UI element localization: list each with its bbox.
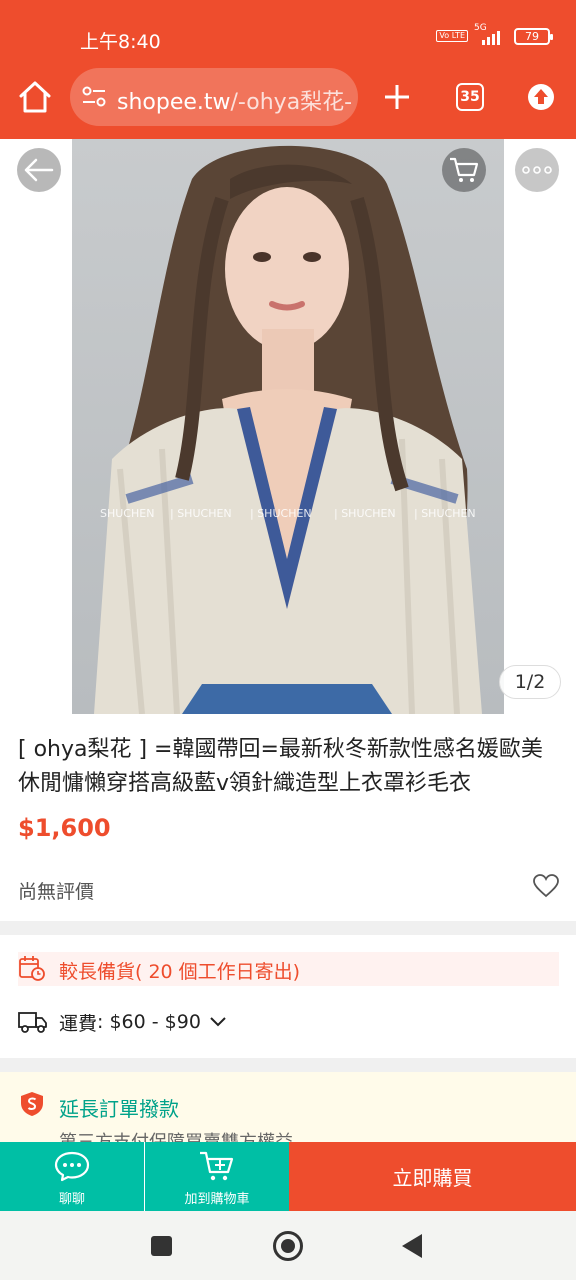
- section-divider: [0, 1058, 576, 1072]
- shield-icon: [21, 1092, 43, 1116]
- shipping-range: : $60 - $90: [97, 1011, 201, 1033]
- product-gallery[interactable]: SHUCHEN | SHUCHEN | SHUCHEN | SHUCHEN | …: [0, 139, 576, 714]
- calendar-clock-icon: [19, 956, 45, 981]
- product-title: [ ohya梨花 ] =韓國帶回=最新秋冬新款性感名媛歐美休閒慵懶穿搭高級藍v領…: [18, 737, 543, 796]
- url-path: /-ohya梨花-: [230, 90, 353, 115]
- signal-icon: 5G: [474, 23, 508, 46]
- more-button[interactable]: [515, 148, 559, 192]
- preorder-text: 較長備貨( 20 個工作日寄出): [59, 961, 301, 983]
- section-divider: [0, 921, 576, 935]
- guarantee-title: 延長訂單撥款: [59, 1097, 179, 1121]
- cart-icon: [450, 157, 479, 182]
- shipping-fee-row[interactable]: 運費: $60 - $90: [18, 1007, 227, 1037]
- url-bar[interactable]: shopee.tw/-ohya梨花-: [70, 68, 358, 126]
- status-time: 上午8:40: [80, 31, 161, 53]
- rating-text: 尚無評價: [18, 881, 95, 903]
- home-circle-icon[interactable]: [273, 1231, 303, 1261]
- action-bar: 聊聊 加到購物車 立即購買: [0, 1142, 576, 1211]
- cart-button[interactable]: [442, 148, 486, 192]
- chat-label: 聊聊: [58, 1192, 85, 1207]
- home-icon[interactable]: [18, 80, 52, 114]
- shipping-label: 運費: [59, 1012, 98, 1035]
- watermark: SHUCHEN: [100, 507, 155, 520]
- guarantee-banner[interactable]: 延長訂單撥款 第三方支付保障買賣雙方權益: [0, 1072, 576, 1142]
- site-settings-icon[interactable]: [82, 86, 106, 108]
- more-icon: [522, 166, 552, 174]
- buy-now-button[interactable]: 立即購買: [289, 1142, 576, 1211]
- url-text[interactable]: shopee.tw/-ohya梨花-: [117, 84, 352, 116]
- heart-icon[interactable]: [533, 874, 559, 898]
- volte-icon: Vo LTE: [436, 30, 468, 42]
- battery-icon: 79: [514, 27, 553, 45]
- status-icons: Vo LTE 5G 79: [436, 23, 553, 46]
- url-domain: shopee.tw: [117, 90, 231, 115]
- add-to-cart-label: 加到購物車: [184, 1192, 250, 1207]
- nav-back-icon[interactable]: [402, 1234, 422, 1258]
- battery-level: 79: [525, 29, 539, 43]
- guarantee-subtitle: 第三方支付保障買賣雙方權益: [59, 1128, 293, 1142]
- chat-icon: [54, 1151, 90, 1182]
- watermark: | SHUCHEN: [170, 507, 232, 520]
- chevron-down-icon[interactable]: [209, 1016, 227, 1028]
- preorder-notice: 較長備貨( 20 個工作日寄出): [18, 952, 559, 986]
- back-arrow-icon: [24, 158, 54, 182]
- product-photo[interactable]: SHUCHEN | SHUCHEN | SHUCHEN | SHUCHEN | …: [72, 139, 504, 714]
- chat-button[interactable]: 聊聊: [0, 1142, 144, 1211]
- plus-icon[interactable]: [384, 84, 410, 110]
- recent-apps-icon[interactable]: [151, 1236, 172, 1256]
- add-to-cart-button[interactable]: 加到購物車: [145, 1142, 289, 1211]
- watermark: | SHUCHEN: [334, 507, 396, 520]
- tabs-icon[interactable]: 35: [456, 83, 484, 111]
- watermark: | SHUCHEN: [414, 507, 476, 520]
- system-nav-bar: [0, 1211, 576, 1280]
- watermark: | SHUCHEN: [250, 507, 312, 520]
- back-button[interactable]: [17, 148, 61, 192]
- truck-icon: [18, 1012, 47, 1033]
- add-cart-icon: [200, 1151, 234, 1181]
- upload-icon[interactable]: [527, 83, 555, 111]
- browser-header: 上午8:40 Vo LTE 5G 79 shopee.tw/-ohya梨花- 3…: [0, 0, 576, 139]
- image-counter: 1/2: [499, 665, 561, 699]
- product-price: $1,600: [18, 814, 111, 842]
